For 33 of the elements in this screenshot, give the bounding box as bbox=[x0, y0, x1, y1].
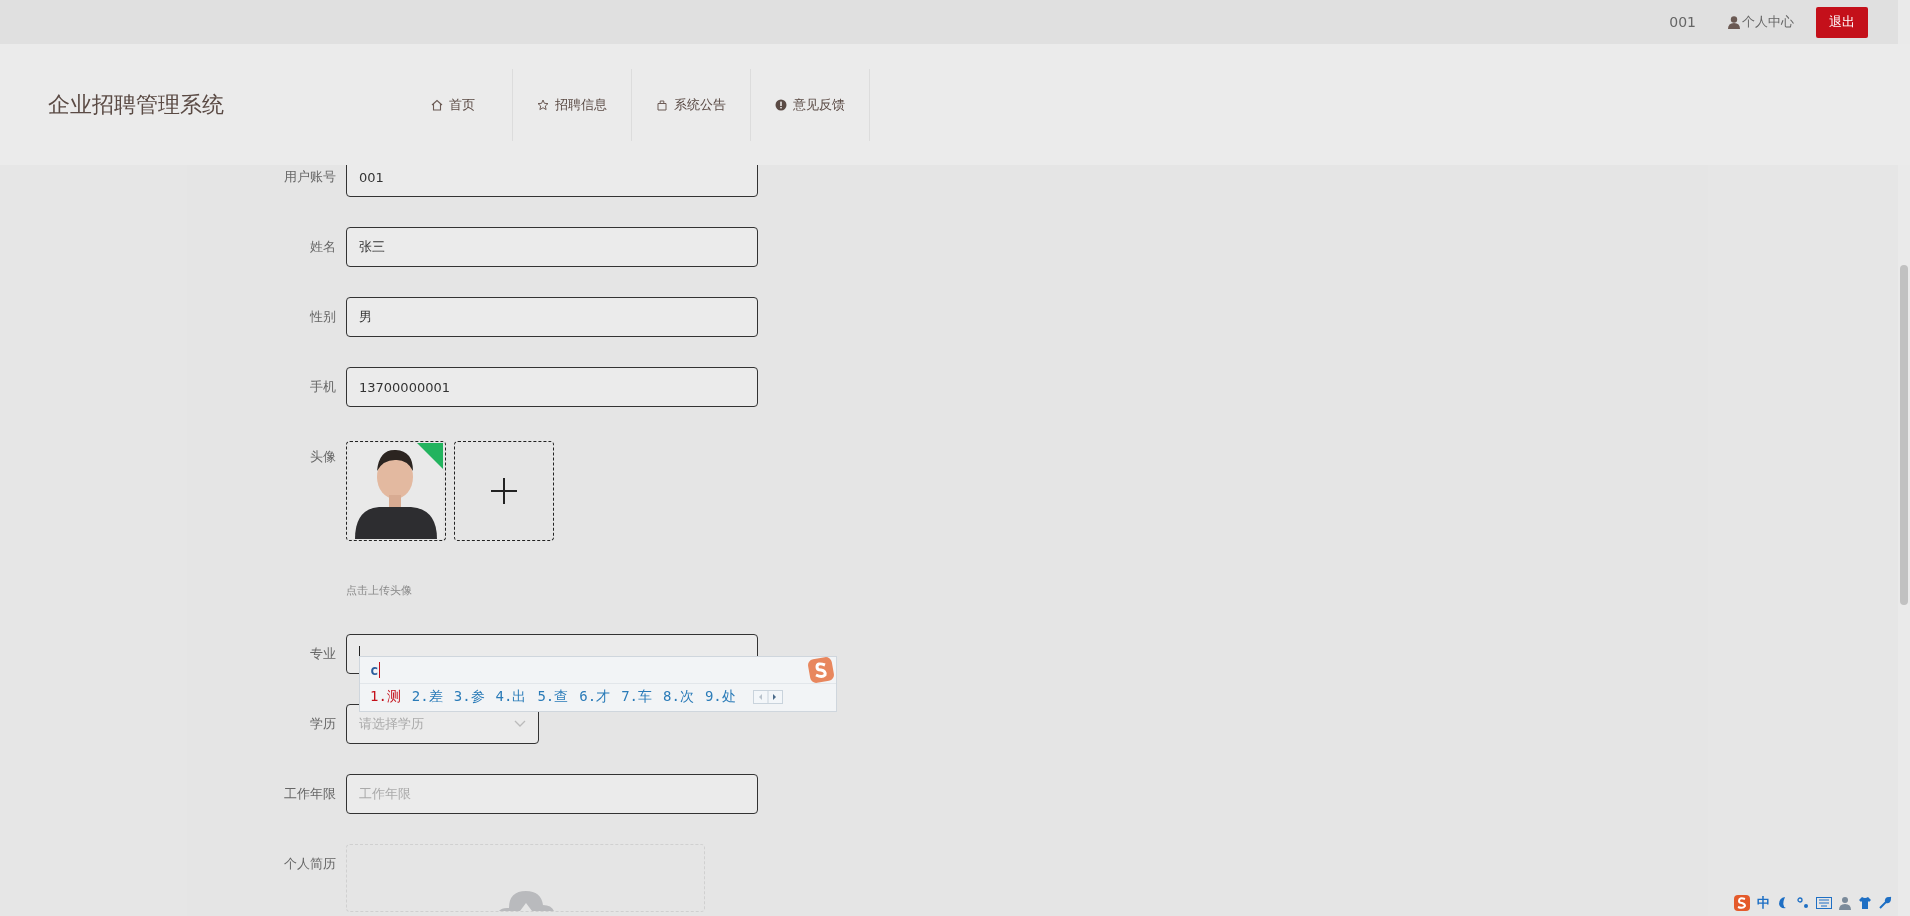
field-label: 专业 bbox=[309, 645, 337, 663]
field-label: 学历 bbox=[309, 715, 337, 733]
upload-hint: 点击上传头像 bbox=[346, 583, 413, 598]
ime-mode[interactable]: 中 bbox=[1757, 894, 1770, 912]
nav-link[interactable]: 系统公告 bbox=[632, 68, 751, 141]
ime-candidate[interactable]: 4.出 bbox=[495, 688, 527, 706]
field-label: 用户账号 bbox=[283, 168, 337, 186]
field-label: 头像 bbox=[309, 448, 337, 466]
input-field[interactable]: 张三 bbox=[346, 227, 758, 267]
ime-candidate[interactable]: 1.测 bbox=[370, 688, 401, 706]
input-field[interactable]: 13700000001 bbox=[346, 367, 758, 407]
ime-candidate[interactable]: 3.参 bbox=[453, 688, 485, 706]
ime-candidate[interactable]: 9.处 bbox=[704, 688, 736, 706]
ime-candidate[interactable]: 2.差 bbox=[411, 688, 443, 706]
nav-link[interactable]: 招聘信息 bbox=[513, 68, 632, 141]
ime-candidate[interactable]: 5.查 bbox=[537, 688, 569, 706]
field-label: 姓名 bbox=[309, 238, 337, 256]
nav-link[interactable]: 首页 bbox=[394, 68, 513, 141]
logout-button[interactable]: 退出 bbox=[1816, 6, 1868, 38]
ime-candidate[interactable]: 6.才 bbox=[579, 688, 611, 706]
field-label: 个人简历 bbox=[283, 855, 337, 873]
username: 001 bbox=[1669, 14, 1696, 30]
ime-composition: c bbox=[370, 662, 381, 678]
input-field[interactable]: 001 bbox=[346, 165, 758, 197]
profile-link[interactable]: 个人中心 bbox=[1728, 13, 1794, 31]
nav-link[interactable]: 意见反馈 bbox=[751, 68, 870, 141]
field-label: 性别 bbox=[309, 308, 337, 326]
input-field[interactable]: 男 bbox=[346, 297, 758, 337]
ime-candidate[interactable]: 8.次 bbox=[663, 688, 694, 706]
field-label: 工作年限 bbox=[283, 785, 337, 803]
ime-candidate[interactable]: 7.车 bbox=[621, 688, 652, 706]
site-title: 企业招聘管理系统 bbox=[48, 90, 225, 119]
field-label: 手机 bbox=[309, 378, 337, 396]
